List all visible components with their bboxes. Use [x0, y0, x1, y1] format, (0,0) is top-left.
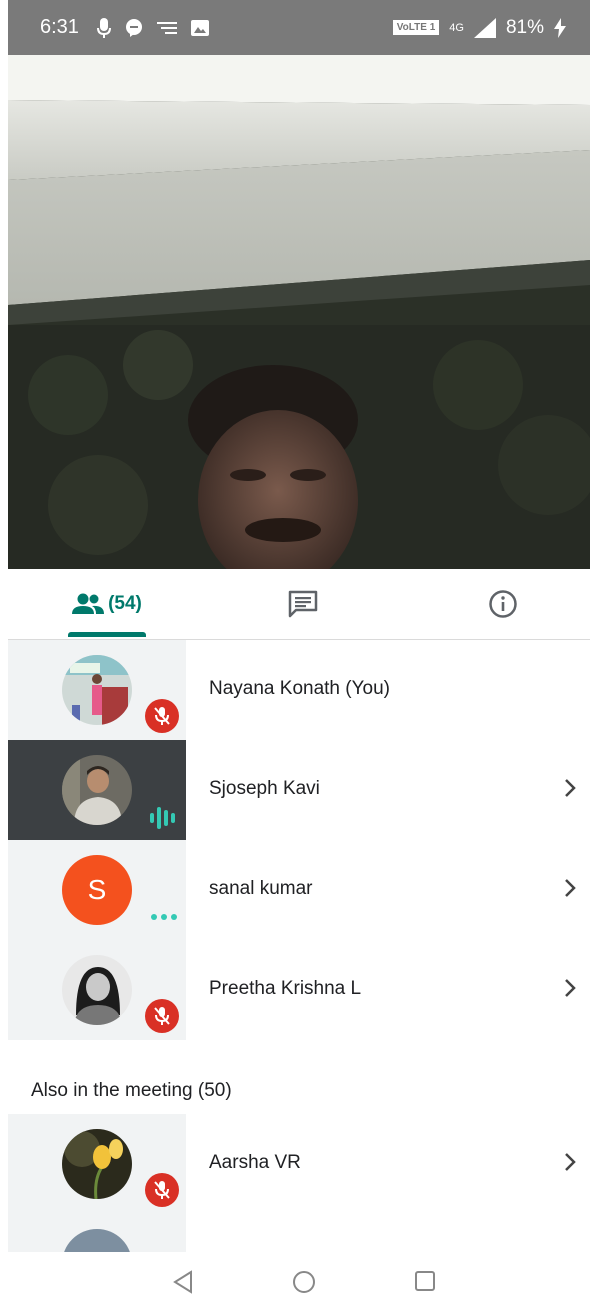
- participant-row: Nayana Konath (You): [8, 640, 590, 740]
- participants-list: Nayana Konath (You) Sjoseph Kavi S sanal…: [8, 640, 590, 1040]
- mic-icon: [96, 17, 111, 38]
- chat-icon: [288, 590, 318, 618]
- participant-row[interactable]: S sanal kumar: [8, 840, 590, 940]
- signal-icon: [473, 17, 496, 38]
- participant-name: sanal kumar: [209, 878, 313, 899]
- chevron-right-icon[interactable]: [560, 876, 580, 900]
- participant-row[interactable]: Aarsha VR: [8, 1114, 590, 1214]
- tab-people[interactable]: (54): [68, 569, 146, 639]
- muted-mic-icon: [145, 999, 179, 1033]
- avatar: [62, 1129, 132, 1199]
- home-icon[interactable]: [292, 1270, 316, 1294]
- tab-chat[interactable]: [278, 569, 328, 639]
- participant-tile: S: [8, 840, 186, 940]
- video-feed[interactable]: [8, 55, 590, 569]
- avatar: [62, 655, 132, 725]
- more-dots-icon: [151, 914, 177, 920]
- chat-bubble-icon: [125, 18, 142, 37]
- avatar: [62, 955, 132, 1025]
- participant-name: Sjoseph Kavi: [209, 778, 320, 799]
- status-bar: 6:31 VoLTE 1 4G 81%: [8, 0, 590, 55]
- cast-icon: [156, 21, 177, 34]
- speaking-audio-indicator-icon: [150, 807, 175, 829]
- charging-icon: [554, 17, 566, 38]
- avatar: [62, 1229, 132, 1252]
- participant-row[interactable]: Preetha Krishna L: [8, 940, 590, 1040]
- participant-name: Aarsha VR: [209, 1152, 301, 1173]
- participant-tile: [8, 1114, 186, 1214]
- participant-tile: [8, 1214, 186, 1252]
- active-tab-indicator: [68, 632, 146, 637]
- participant-tile: [8, 940, 186, 1040]
- also-in-meeting-label: Also in the meeting (50): [31, 1080, 232, 1101]
- status-time: 6:31: [40, 16, 79, 38]
- also-in-meeting-header: Also in the meeting (50): [8, 1040, 590, 1114]
- participant-name: Nayana Konath (You): [209, 678, 390, 699]
- muted-mic-icon: [145, 699, 179, 733]
- muted-mic-icon: [145, 1173, 179, 1207]
- image-icon: [190, 19, 209, 36]
- participant-name: Preetha Krishna L: [209, 978, 362, 999]
- chevron-right-icon[interactable]: [560, 776, 580, 800]
- video-frame-image: [8, 55, 590, 569]
- avatar: S: [62, 855, 132, 925]
- tab-info[interactable]: [478, 569, 528, 639]
- participant-row[interactable]: [8, 1214, 590, 1252]
- system-nav-bar: [8, 1252, 590, 1294]
- volte-badge: VoLTE 1: [392, 20, 440, 35]
- avatar: [62, 755, 132, 825]
- back-icon[interactable]: [172, 1270, 194, 1294]
- participant-tile: [8, 740, 186, 840]
- people-icon: [72, 593, 105, 614]
- avatar-initial: S: [87, 874, 107, 905]
- participant-row[interactable]: Sjoseph Kavi: [8, 740, 590, 840]
- people-count: (54): [108, 593, 142, 614]
- battery-level: 81%: [505, 16, 544, 38]
- panel-tabs: (54): [8, 569, 590, 640]
- chevron-right-icon[interactable]: [560, 976, 580, 1000]
- info-icon: [489, 590, 517, 618]
- participant-tile: [8, 640, 186, 740]
- network-label: 4G: [449, 21, 464, 34]
- chevron-right-icon[interactable]: [560, 1150, 580, 1174]
- meet-app-screen: 6:31 VoLTE 1 4G 81% (54) Nayana Konath (…: [8, 0, 590, 1294]
- recents-icon[interactable]: [414, 1270, 436, 1292]
- also-in-meeting-list: Aarsha VR: [8, 1114, 590, 1252]
